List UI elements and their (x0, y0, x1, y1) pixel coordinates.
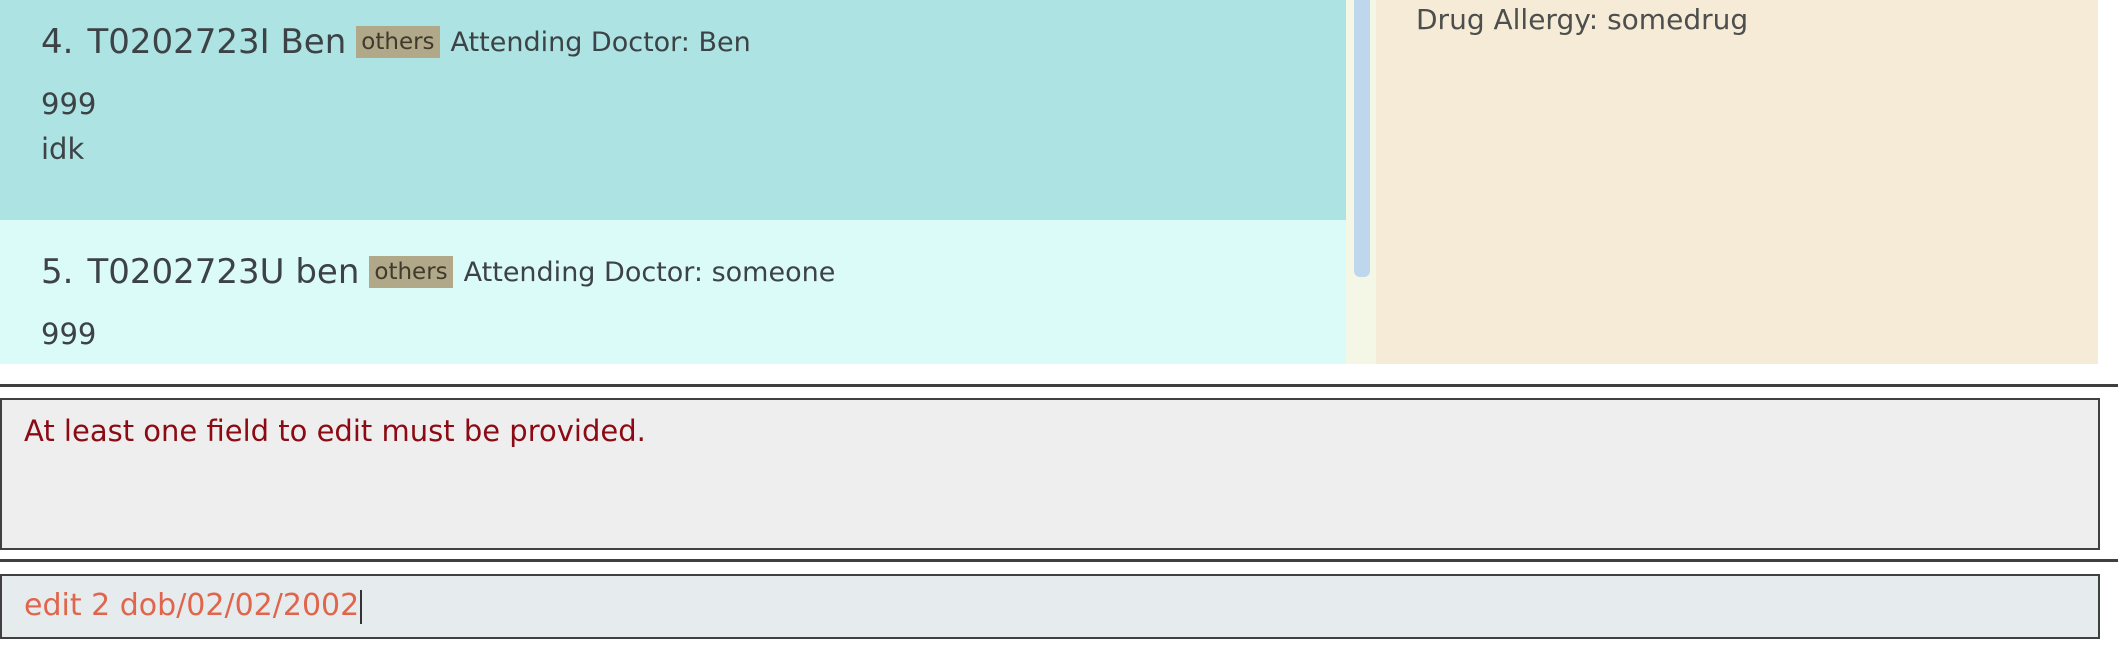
patient-card[interactable]: 5. T0202723U ben others Attending Doctor… (0, 220, 1346, 364)
patient-name: T0202723I Ben (87, 22, 347, 62)
command-input-text[interactable]: edit 2 dob/02/02/2002 (24, 588, 363, 624)
command-input[interactable]: edit 2 dob/02/02/2002 (0, 574, 2100, 639)
patient-phone: 999 (41, 87, 97, 121)
text-caret (360, 589, 363, 624)
scrollbar-thumb[interactable] (1354, 0, 1370, 277)
drug-allergy-label: Drug Allergy: somedrug (1416, 3, 1749, 36)
patient-index: 5. (41, 252, 74, 292)
patient-card[interactable]: 4. T0202723I Ben others Attending Doctor… (0, 0, 1346, 220)
patient-list-panel[interactable]: 4. T0202723I Ben others Attending Doctor… (0, 0, 1346, 364)
attending-doctor: Attending Doctor: someone (463, 256, 836, 288)
patient-detail-panel: Drug Allergy: somedrug (1376, 0, 2098, 364)
list-scrollbar[interactable] (1346, 0, 1376, 364)
patient-tag: others (356, 26, 440, 58)
panel-divider (0, 384, 2118, 387)
patient-tag: others (369, 256, 453, 288)
patient-card-header: 4. T0202723I Ben others Attending Doctor… (41, 22, 751, 62)
attending-doctor: Attending Doctor: Ben (450, 26, 751, 58)
panel-divider (0, 559, 2118, 562)
patient-phone: 999 (41, 317, 97, 351)
result-message: At least one field to edit must be provi… (24, 414, 646, 448)
patient-detail-line: idk (41, 132, 85, 166)
patient-detail-card: Drug Allergy: somedrug (1376, 0, 2098, 364)
result-display: At least one field to edit must be provi… (0, 398, 2100, 550)
command-value: edit 2 dob/02/02/2002 (24, 588, 360, 623)
patient-name: T0202723U ben (87, 252, 360, 292)
patient-card-header: 5. T0202723U ben others Attending Doctor… (41, 252, 835, 292)
patient-index: 4. (41, 22, 74, 62)
